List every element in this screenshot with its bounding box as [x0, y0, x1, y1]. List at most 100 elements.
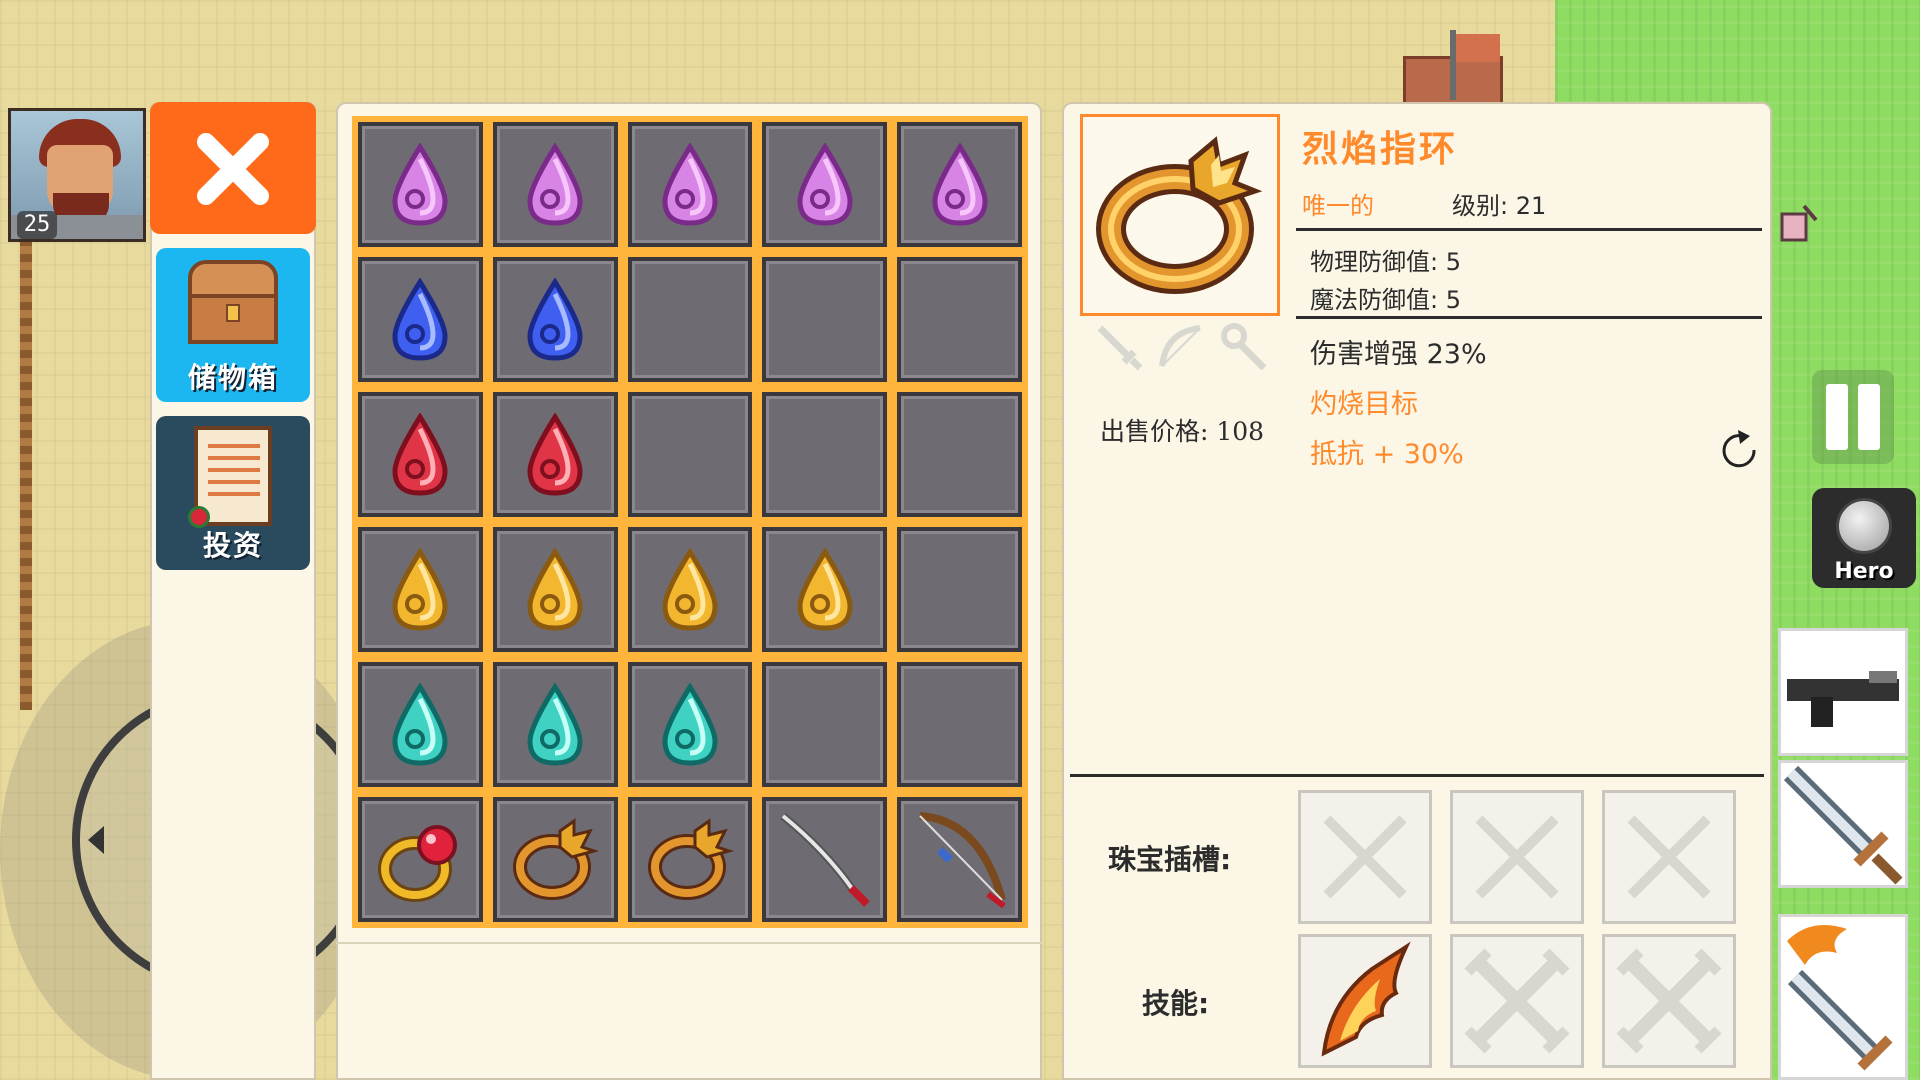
inventory-slot-empty[interactable]: [762, 392, 888, 517]
divider-bottom: [1070, 774, 1764, 777]
rifle-icon: [1787, 671, 1899, 727]
inventory-slot-empty[interactable]: [897, 662, 1022, 787]
inventory-grid: [352, 116, 1028, 928]
inventory-slot-empty[interactable]: [762, 662, 888, 787]
skill-slot-1[interactable]: [1298, 934, 1432, 1068]
katana-icon: [780, 812, 870, 907]
gem-slot-3[interactable]: [1602, 790, 1736, 924]
gem-slot-2[interactable]: [1450, 790, 1584, 924]
tab-invest[interactable]: 投资: [156, 416, 310, 570]
weapon-slot-sword[interactable]: [1778, 760, 1908, 888]
inventory-slot-empty[interactable]: [627, 392, 753, 517]
inventory-slot-blue-gem[interactable]: [358, 257, 483, 382]
empty-slot-icon: [1475, 815, 1559, 899]
locked-skill-icon: [1616, 948, 1722, 1054]
red-gem-icon: [527, 412, 583, 496]
flame-sword-icon: [1787, 925, 1893, 1071]
inventory-slot-yellow-gem[interactable]: [627, 527, 753, 652]
inventory-slot-purple-gem[interactable]: [897, 122, 1022, 247]
flag: [1456, 34, 1500, 62]
inventory-slot-flame-ring[interactable]: [492, 797, 618, 922]
tab-invest-label: 投资: [202, 529, 263, 562]
hero-label: Hero: [1834, 559, 1894, 584]
locked-skill-icon: [1464, 948, 1570, 1054]
inventory-slot-blue-gem[interactable]: [492, 257, 618, 382]
teal-gem-icon: [662, 682, 718, 766]
item-rarity: 唯一的: [1302, 192, 1374, 220]
bonus-damage: 伤害增强 23%: [1310, 339, 1487, 370]
yellow-gem-icon: [527, 547, 583, 631]
inventory-slot-bow[interactable]: [897, 797, 1022, 922]
inventory-slot-empty[interactable]: [897, 257, 1022, 382]
weapon-slot-flame-sword[interactable]: [1778, 914, 1908, 1080]
divider-top: [1296, 228, 1762, 231]
blue-gem-icon: [527, 277, 583, 361]
inventory-slot-flame-ring[interactable]: [627, 797, 753, 922]
player-avatar[interactable]: 25: [8, 108, 146, 242]
tab-storage[interactable]: 储物箱: [156, 248, 310, 402]
inventory-slot-empty[interactable]: [897, 392, 1022, 517]
teal-gem-icon: [527, 682, 583, 766]
weapon-slot-gun[interactable]: [1778, 628, 1908, 756]
tab-storage-label: 储物箱: [187, 361, 278, 394]
class-icons: [1094, 322, 1274, 378]
item-name: 烈焰指环: [1302, 129, 1459, 170]
inventory-slot-teal-gem[interactable]: [492, 662, 618, 787]
inventory-slot-purple-gem[interactable]: [492, 122, 618, 247]
yellow-gem-icon: [392, 547, 448, 631]
yellow-gem-icon: [662, 547, 718, 631]
purple-gem-icon: [932, 142, 988, 226]
sword-icon: [1783, 765, 1903, 885]
close-icon: [197, 133, 269, 205]
staff-class-icon: [1218, 322, 1268, 372]
gem-slots-label: 珠宝插槽:: [1108, 843, 1232, 876]
inventory-slot-purple-gem[interactable]: [627, 122, 753, 247]
inventory-slot-red-gem[interactable]: [358, 392, 483, 517]
pause-button[interactable]: [1812, 370, 1894, 464]
refresh-icon[interactable]: [1720, 428, 1762, 472]
flame-ring-icon: [1096, 136, 1263, 294]
quest-scroll-icon[interactable]: [1778, 202, 1818, 246]
purple-gem-icon: [662, 142, 718, 226]
hero-button[interactable]: Hero: [1812, 488, 1916, 588]
inventory-slot-yellow-gem[interactable]: [358, 527, 483, 652]
teal-gem-icon: [392, 682, 448, 766]
flame-ring-icon: [513, 817, 600, 900]
inventory-slot-katana[interactable]: [762, 797, 888, 922]
skill-slot-3[interactable]: [1602, 934, 1736, 1068]
inventory-slot-red-gem[interactable]: [492, 392, 618, 517]
stat-physical-defense: 物理防御值: 5: [1310, 248, 1461, 276]
inventory-slot-yellow-gem[interactable]: [762, 527, 888, 652]
bow-icon: [918, 811, 1006, 908]
inventory-slot-empty[interactable]: [627, 257, 753, 382]
flame-ring-icon: [647, 817, 735, 900]
inventory-slot-purple-gem[interactable]: [762, 122, 888, 247]
empty-slot-icon: [1323, 815, 1407, 899]
inventory-slot-empty[interactable]: [897, 527, 1022, 652]
inventory-slot-purple-gem[interactable]: [358, 122, 483, 247]
skills-label: 技能:: [1142, 987, 1210, 1020]
skill-slot-2[interactable]: [1450, 934, 1584, 1068]
blue-gem-icon: [392, 277, 448, 361]
empty-slot-icon: [1627, 815, 1711, 899]
gem-slot-1[interactable]: [1298, 790, 1432, 924]
close-button[interactable]: [150, 102, 316, 234]
scroll-icon: [188, 426, 272, 528]
inventory-slot-yellow-gem[interactable]: [492, 527, 618, 652]
item-level: 级别: 21: [1452, 192, 1547, 220]
inventory-slot-teal-gem[interactable]: [627, 662, 753, 787]
helmet-icon: [1836, 498, 1892, 554]
inventory-slot-teal-gem[interactable]: [358, 662, 483, 787]
purple-gem-icon: [392, 142, 448, 226]
inventory-divider: [336, 942, 1042, 944]
stat-magic-defense: 魔法防御值: 5: [1310, 286, 1461, 314]
inventory-slot-ruby-ring[interactable]: [358, 797, 483, 922]
divider-mid: [1296, 316, 1762, 319]
inventory-slot-empty[interactable]: [762, 257, 888, 382]
purple-gem-icon: [527, 142, 583, 226]
bow-class-icon: [1156, 322, 1206, 372]
sword-class-icon: [1094, 322, 1144, 372]
purple-gem-icon: [797, 142, 853, 226]
flame-slash-icon: [1321, 941, 1411, 1057]
yellow-gem-icon: [797, 547, 853, 631]
